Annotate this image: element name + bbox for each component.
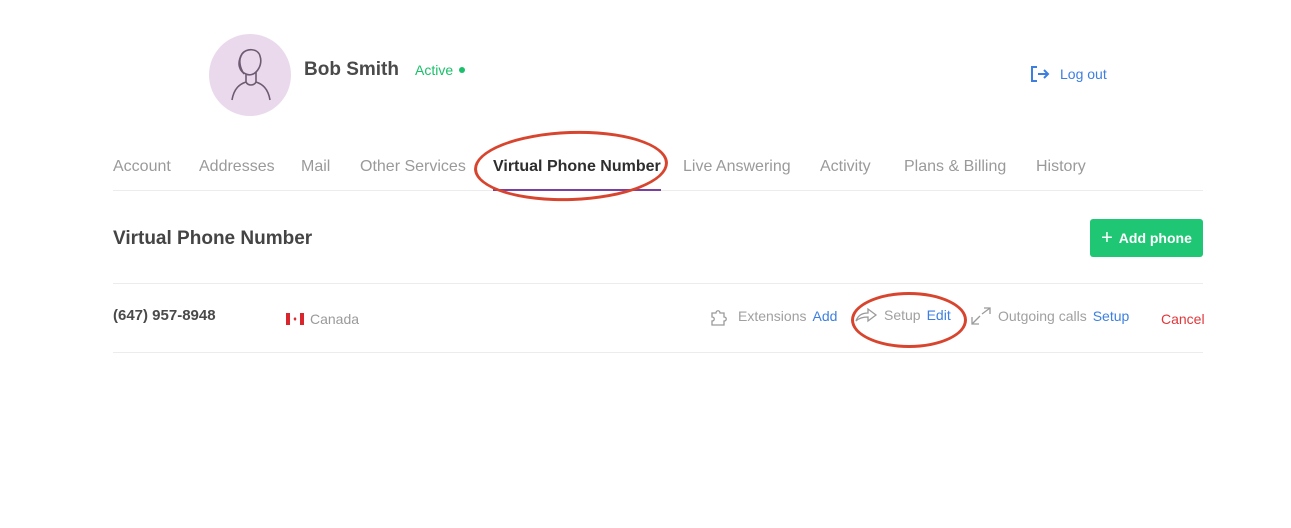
forwarding-label: Setup	[884, 307, 921, 323]
extensions-feature: Extensions Add	[710, 306, 837, 326]
country: ♦ Canada	[286, 311, 359, 327]
canada-flag-icon: ♦	[286, 313, 304, 325]
tab-plans-billing[interactable]: Plans & Billing	[904, 158, 1006, 189]
country-label: Canada	[310, 311, 360, 327]
phone-number: (647) 957-8948	[113, 307, 216, 324]
tab-bar: Account Addresses Mail Other Services Vi…	[113, 158, 1203, 191]
status-dot	[459, 67, 466, 73]
forwarding-edit-link[interactable]: Edit	[927, 307, 951, 323]
tab-live-answering[interactable]: Live Answering	[683, 158, 791, 189]
outgoing-calls-feature: Outgoing calls Setup	[970, 306, 1129, 326]
tab-mail[interactable]: Mail	[301, 158, 330, 189]
outgoing-calls-label: Outgoing calls	[998, 308, 1087, 324]
extensions-add-link[interactable]: Add	[812, 308, 837, 324]
cancel-link[interactable]: Cancel	[1161, 311, 1205, 327]
status-badge: Active	[415, 62, 466, 78]
avatar	[209, 34, 291, 116]
tab-other-services[interactable]: Other Services	[360, 158, 466, 189]
tab-activity[interactable]: Activity	[820, 158, 871, 189]
tab-addresses[interactable]: Addresses	[199, 158, 275, 189]
add-phone-button[interactable]: + Add phone	[1090, 219, 1203, 257]
puzzle-icon	[710, 306, 732, 326]
status-label: Active	[415, 62, 454, 78]
logout-icon	[1031, 66, 1050, 82]
forwarding-feature: Setup Edit	[854, 306, 951, 324]
user-name: Bob Smith	[304, 59, 399, 80]
tab-virtual-phone-number[interactable]: Virtual Phone Number	[493, 158, 661, 191]
tab-history[interactable]: History	[1036, 158, 1086, 189]
add-phone-label: Add phone	[1118, 230, 1192, 246]
extensions-label: Extensions	[738, 308, 807, 324]
forward-arrow-icon	[854, 306, 878, 324]
tab-account[interactable]: Account	[113, 158, 171, 189]
user-silhouette-icon	[231, 48, 271, 101]
plus-icon: +	[1101, 227, 1113, 249]
outgoing-call-icon	[970, 306, 992, 326]
page-title: Virtual Phone Number	[113, 228, 313, 249]
table-row: (647) 957-8948 ♦ Canada Extensions Add S…	[113, 283, 1205, 353]
logout-link[interactable]: Log out	[1030, 65, 1107, 83]
logout-label: Log out	[1060, 66, 1107, 82]
outgoing-calls-setup-link[interactable]: Setup	[1093, 308, 1130, 324]
